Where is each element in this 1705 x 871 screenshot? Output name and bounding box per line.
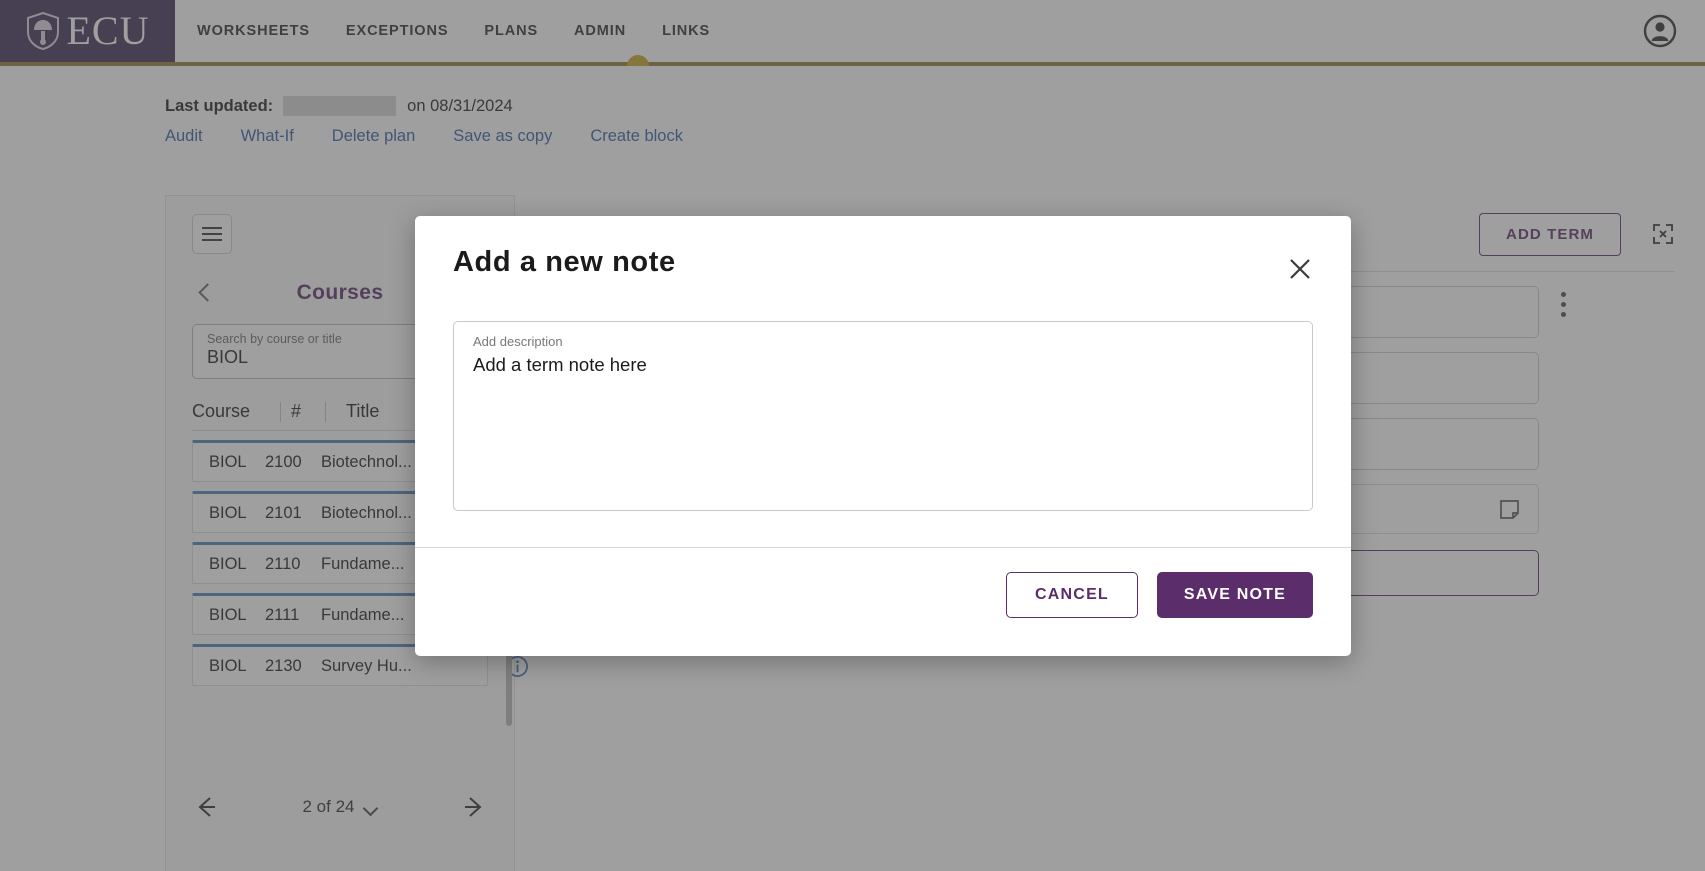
save-note-button[interactable]: SAVE NOTE [1156,572,1313,618]
note-description-input[interactable]: Add a term note here [473,354,1293,376]
note-description-label: Add description [473,334,563,349]
dialog-title: Add a new note [453,246,676,278]
add-note-dialog: Add a new note Add description Add a ter… [415,216,1351,656]
note-description-field[interactable]: Add description Add a term note here [453,321,1313,511]
dialog-divider [415,547,1351,548]
cancel-button[interactable]: CANCEL [1006,572,1138,618]
dialog-header: Add a new note [453,246,1313,282]
close-icon[interactable] [1287,256,1313,282]
dialog-actions: CANCEL SAVE NOTE [453,572,1313,618]
